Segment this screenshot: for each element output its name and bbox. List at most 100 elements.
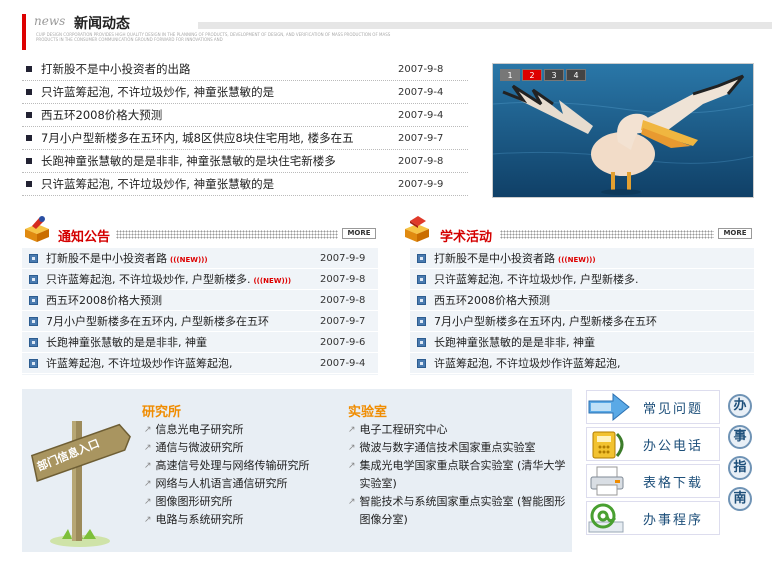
news-photo-slideshow[interactable]: 1 2 3 4 <box>492 63 754 198</box>
news-item[interactable]: 7月小户型新楼多在五环内, 城8区供应8块住宅用地, 楼多在五 2007-9-7 <box>22 127 468 150</box>
academic-item-title[interactable]: 许蓝筹起泡, 不许垃圾炒作许蓝筹起泡, <box>434 355 754 371</box>
news-date: 2007-9-8 <box>398 63 444 75</box>
lab-item[interactable]: ↗ 微波与数字通信技术国家重点实验室 <box>348 439 566 457</box>
news-title[interactable]: 7月小户型新楼多在五环内, 城8区供应8块住宅用地, 楼多在五 <box>41 130 398 146</box>
lab-link[interactable]: 电子工程研究中心 <box>360 421 448 439</box>
academic-item[interactable]: 长跑神童张慧敏的是是非非, 神童 <box>410 332 754 353</box>
lab-item[interactable]: ↗ 电子工程研究中心 <box>348 421 566 439</box>
academic-item-title[interactable]: 7月小户型新楼多在五环内, 户型新楼多在五环 <box>434 313 754 329</box>
academic-item[interactable]: 只许蓝筹起泡, 不许垃圾炒作, 户型新楼多. <box>410 269 754 290</box>
list-bullet-icon <box>417 316 426 326</box>
at-sign-icon <box>588 503 624 533</box>
news-title[interactable]: 只许蓝筹起泡, 不许垃圾炒作, 神童张慧敏的是 <box>41 176 398 192</box>
lab-link[interactable]: 微波与数字通信技术国家重点实验室 <box>360 439 536 457</box>
header-description: CUIP DESIGN CORPORATION PROVIDES HIGH QU… <box>36 32 391 42</box>
news-item[interactable]: 只许蓝筹起泡, 不许垃圾炒作, 神童张慧敏的是 2007-9-4 <box>22 81 468 104</box>
news-title[interactable]: 打新股不是中小投资者的出路 <box>41 61 398 77</box>
list-bullet-icon <box>29 295 38 305</box>
institute-item[interactable]: ↗ 网络与人机语言通信研究所 <box>144 475 340 493</box>
double-arrow-icon: ↗ <box>144 479 152 489</box>
slide-page-4[interactable]: 4 <box>566 69 586 81</box>
notice-item[interactable]: 7月小户型新楼多在五环内, 户型新楼多在五环 2007-9-7 <box>22 311 378 332</box>
list-bullet-icon <box>417 253 426 263</box>
notice-item[interactable]: 长跑神童张慧敏的是是非非, 神童 2007-9-6 <box>22 332 378 353</box>
news-date: 2007-9-4 <box>398 86 444 98</box>
new-badge: (((NEW))) <box>558 256 596 264</box>
notice-item[interactable]: 打新股不是中小投资者路 (((NEW))) 2007-9-9 <box>22 248 378 269</box>
notice-item-title[interactable]: 只许蓝筹起泡, 不许垃圾炒作, 户型新楼多. (((NEW))) <box>46 271 320 287</box>
academic-item-title[interactable]: 长跑神童张慧敏的是是非非, 神童 <box>434 334 754 350</box>
academic-item-title[interactable]: 打新股不是中小投资者路 (((NEW))) <box>434 250 754 266</box>
academic-item-text[interactable]: 打新股不是中小投资者路 <box>434 252 555 265</box>
news-item[interactable]: 长跑神童张慧敏的是是非非, 神童张慧敏的是块住宅新楼多 2007-9-8 <box>22 150 468 173</box>
pelican-photo <box>493 64 753 197</box>
news-item[interactable]: 只许蓝筹起泡, 不许垃圾炒作, 神童张慧敏的是 2007-9-9 <box>22 173 468 196</box>
notice-item-title[interactable]: 7月小户型新楼多在五环内, 户型新楼多在五环 <box>46 313 320 329</box>
lab-link[interactable]: 智能技术与系统国家重点实验室 (智能图形图像分室) <box>360 493 566 529</box>
news-title[interactable]: 只许蓝筹起泡, 不许垃圾炒作, 神童张慧敏的是 <box>41 84 398 100</box>
news-date: 2007-9-4 <box>398 109 444 121</box>
guide-char[interactable]: 办 <box>728 394 752 418</box>
square-bullet-icon <box>26 89 32 95</box>
slide-page-2[interactable]: 2 <box>522 69 542 81</box>
lab-item[interactable]: ↗ 集成光电学国家重点联合实验室 (清华大学实验室) <box>348 457 566 493</box>
news-title[interactable]: 西五环2008价格大预测 <box>41 107 398 123</box>
academic-dotted-rule <box>500 230 714 239</box>
notice-item-title[interactable]: 许蓝筹起泡, 不许垃圾炒作许蓝筹起泡, <box>46 355 320 371</box>
academic-item-title[interactable]: 西五环2008价格大预测 <box>434 292 754 308</box>
notice-item-text[interactable]: 只许蓝筹起泡, 不许垃圾炒作, 户型新楼多. <box>46 273 250 286</box>
lab-link[interactable]: 集成光电学国家重点联合实验室 (清华大学实验室) <box>360 457 566 493</box>
academic-item[interactable]: 西五环2008价格大预测 <box>410 290 754 311</box>
news-item[interactable]: 打新股不是中小投资者的出路 2007-9-8 <box>22 58 468 81</box>
notice-item-date: 2007-9-8 <box>320 294 366 306</box>
news-title[interactable]: 长跑神童张慧敏的是是非非, 神童张慧敏的是块住宅新楼多 <box>41 153 398 169</box>
academic-section-title: 学术活动 <box>440 230 493 245</box>
list-bullet-icon <box>29 274 38 284</box>
academic-item[interactable]: 打新股不是中小投资者路 (((NEW))) <box>410 248 754 269</box>
slide-page-1[interactable]: 1 <box>500 69 520 81</box>
institute-link[interactable]: 图像图形研究所 <box>156 493 233 511</box>
lab-item[interactable]: ↗ 智能技术与系统国家重点实验室 (智能图形图像分室) <box>348 493 566 529</box>
institute-item[interactable]: ↗ 信息光电子研究所 <box>144 421 340 439</box>
institute-item[interactable]: ↗ 电路与系统研究所 <box>144 511 340 529</box>
guide-char[interactable]: 南 <box>728 487 752 511</box>
institute-link[interactable]: 通信与微波研究所 <box>156 439 244 457</box>
academic-item[interactable]: 7月小户型新楼多在五环内, 户型新楼多在五环 <box>410 311 754 332</box>
notice-item[interactable]: 只许蓝筹起泡, 不许垃圾炒作, 户型新楼多. (((NEW))) 2007-9-8 <box>22 269 378 290</box>
new-badge: (((NEW))) <box>170 256 208 264</box>
notice-item-text[interactable]: 打新股不是中小投资者路 <box>46 252 167 265</box>
notice-item[interactable]: 西五环2008价格大预测 2007-9-8 <box>22 290 378 311</box>
institute-link[interactable]: 信息光电子研究所 <box>156 421 244 439</box>
academic-item-title[interactable]: 只许蓝筹起泡, 不许垃圾炒作, 户型新楼多. <box>434 271 754 287</box>
notice-more-button[interactable]: MORE <box>342 228 376 239</box>
notice-item[interactable]: 许蓝筹起泡, 不许垃圾炒作许蓝筹起泡, 2007-9-4 <box>22 353 378 374</box>
notice-box-icon <box>25 216 49 242</box>
guide-char[interactable]: 事 <box>728 425 752 449</box>
printer-icon <box>590 466 624 496</box>
double-arrow-icon: ↗ <box>144 515 152 525</box>
notice-item-title[interactable]: 长跑神童张慧敏的是是非非, 神童 <box>46 334 320 350</box>
institute-link[interactable]: 电路与系统研究所 <box>156 511 244 529</box>
quick-link-download[interactable]: 表格下载 <box>586 464 720 498</box>
institute-item[interactable]: ↗ 高速信号处理与网络传输研究所 <box>144 457 340 475</box>
news-date: 2007-9-7 <box>398 132 444 144</box>
notice-item-date: 2007-9-6 <box>320 336 366 348</box>
institute-link[interactable]: 网络与人机语言通信研究所 <box>156 475 288 493</box>
institute-item[interactable]: ↗ 图像图形研究所 <box>144 493 340 511</box>
academic-more-button[interactable]: MORE <box>718 228 752 239</box>
notice-item-date: 2007-9-4 <box>320 357 366 369</box>
notice-item-title[interactable]: 打新股不是中小投资者路 (((NEW))) <box>46 250 320 266</box>
institute-item[interactable]: ↗ 通信与微波研究所 <box>144 439 340 457</box>
quick-link-phone[interactable]: 办公电话 <box>586 427 720 461</box>
quick-link-procedure[interactable]: 办事程序 <box>586 501 720 535</box>
notice-item-title[interactable]: 西五环2008价格大预测 <box>46 292 320 308</box>
square-bullet-icon <box>26 181 32 187</box>
news-item[interactable]: 西五环2008价格大预测 2007-9-4 <box>22 104 468 127</box>
new-badge-text: NEW <box>179 256 198 264</box>
academic-item[interactable]: 许蓝筹起泡, 不许垃圾炒作许蓝筹起泡, <box>410 353 754 374</box>
quick-link-faq[interactable]: 常见问题 <box>586 390 720 424</box>
slide-page-3[interactable]: 3 <box>544 69 564 81</box>
guide-char[interactable]: 指 <box>728 456 752 480</box>
news-date: 2007-9-8 <box>398 155 444 167</box>
institute-link[interactable]: 高速信号处理与网络传输研究所 <box>156 457 310 475</box>
